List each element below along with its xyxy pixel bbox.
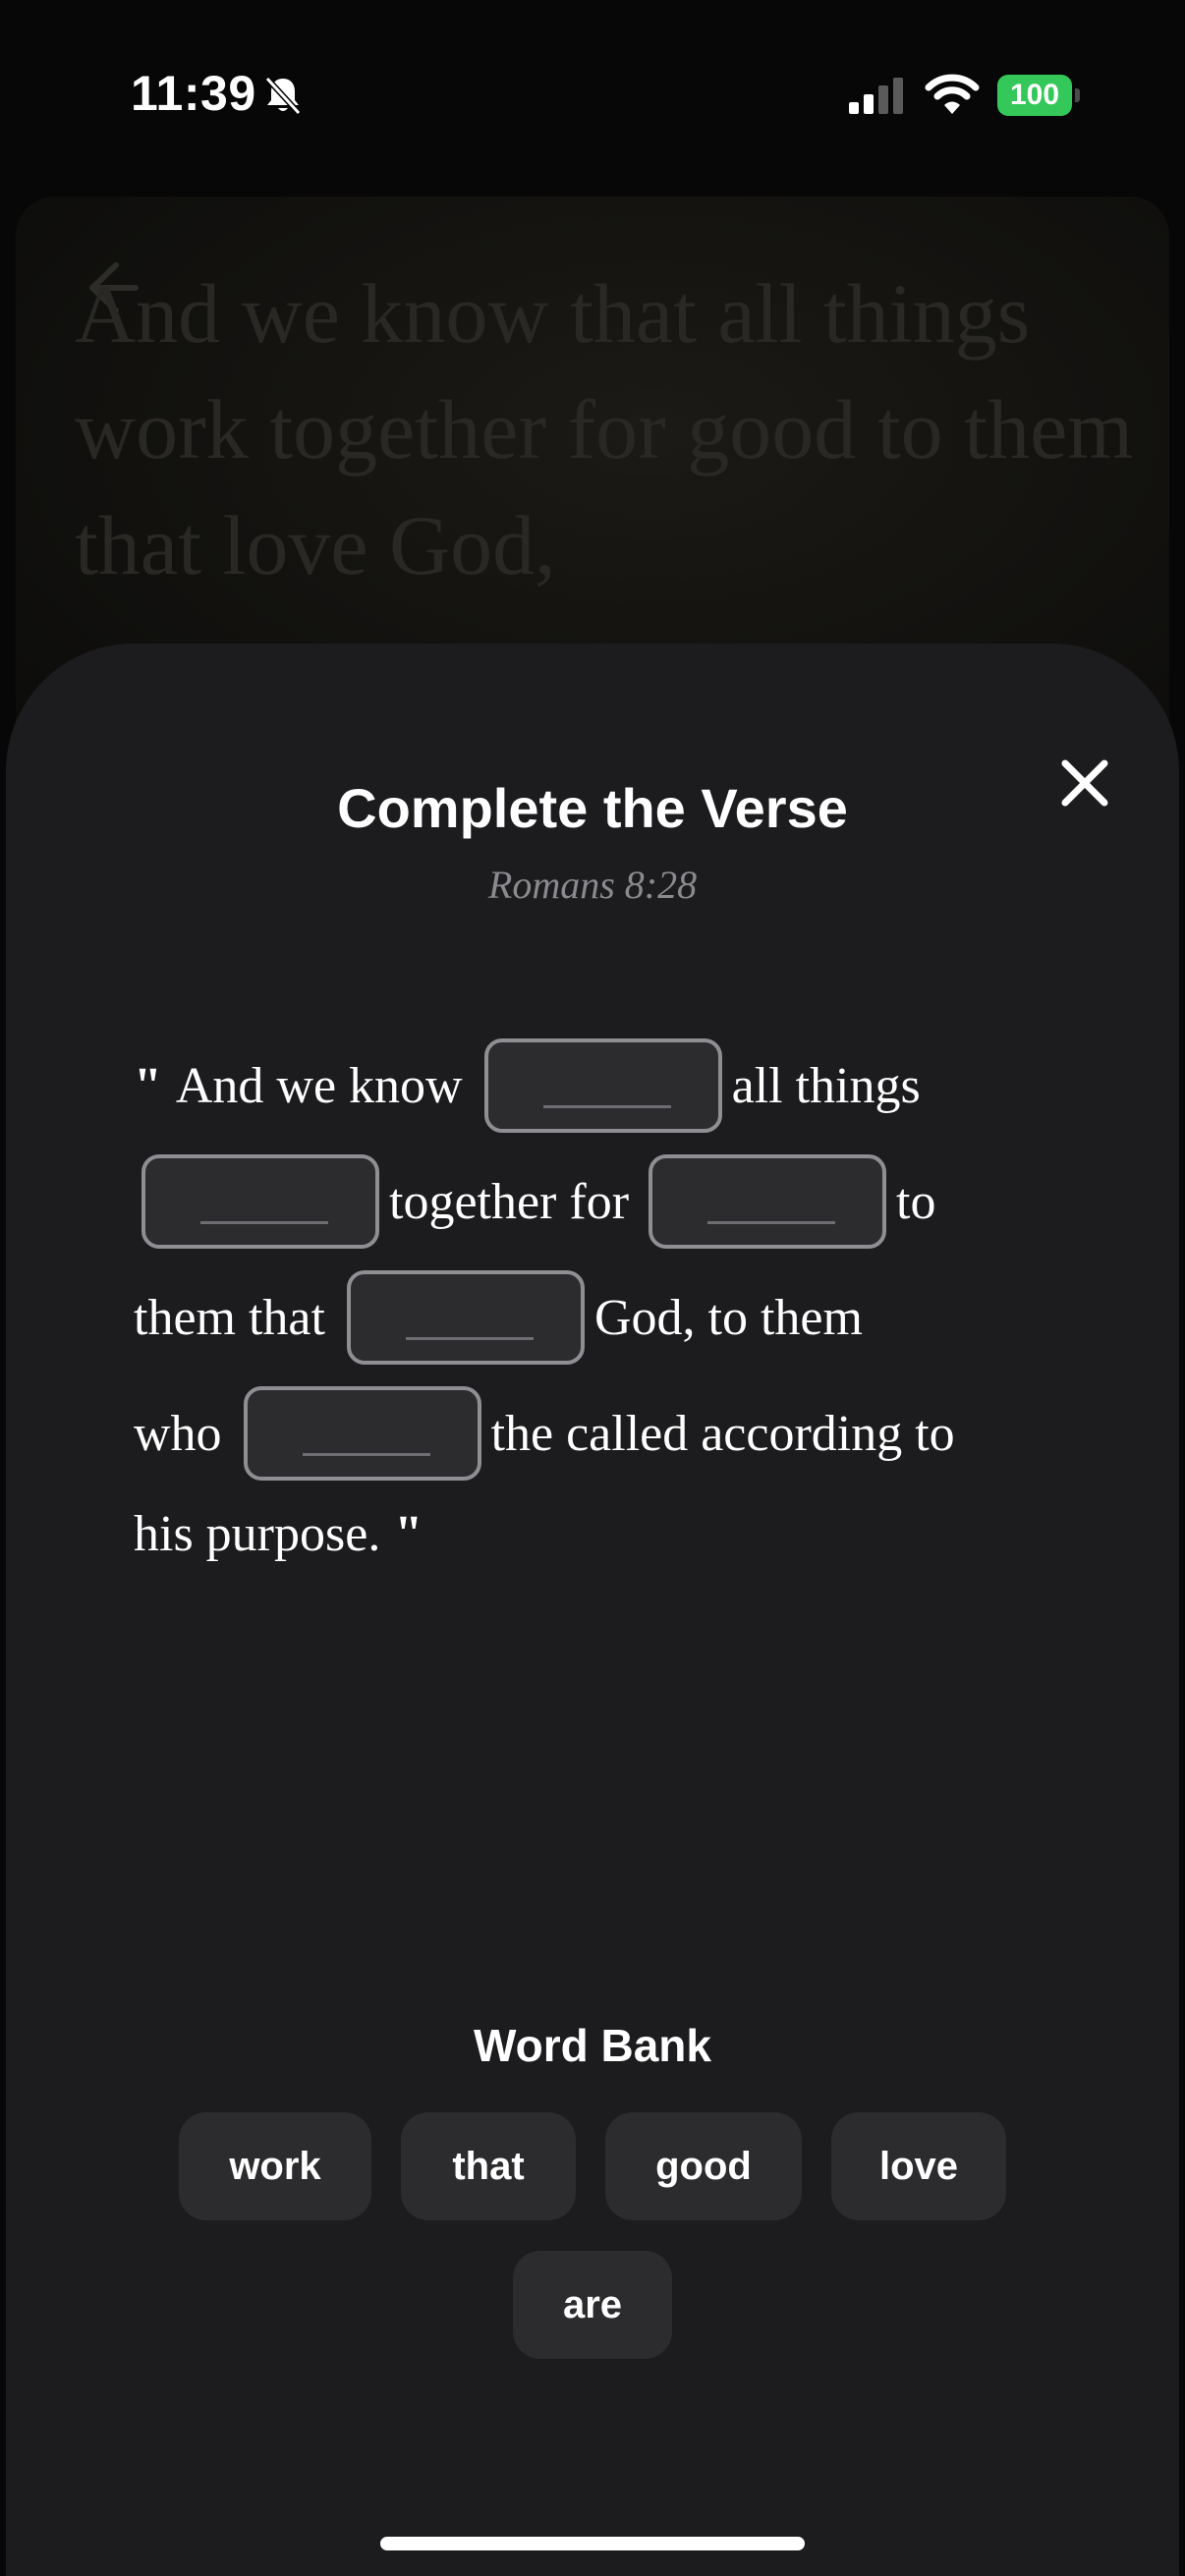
- verse-line-1: " And we know all things: [134, 1036, 921, 1135]
- wifi-icon: [925, 74, 980, 114]
- blank-slot-1[interactable]: [483, 1038, 722, 1133]
- word-chip-are[interactable]: are: [513, 2251, 672, 2359]
- blank-slot-2[interactable]: [141, 1154, 379, 1249]
- sheet-title: Complete the Verse: [337, 777, 848, 839]
- battery-level: 100: [997, 75, 1072, 116]
- word-chip-work[interactable]: work: [179, 2112, 371, 2220]
- word-chip-that[interactable]: that: [401, 2112, 576, 2220]
- battery-cap: [1075, 88, 1080, 102]
- blank-placeholder-line: [302, 1453, 430, 1456]
- verse-reference: Romans 8:28: [487, 863, 698, 907]
- word-chip-good[interactable]: good: [605, 2112, 802, 2220]
- verse-line-4: who the called according to: [134, 1384, 955, 1483]
- blank-placeholder-line: [707, 1221, 836, 1224]
- cellular-signal-icon: [849, 78, 903, 114]
- verse-segment: his purpose.: [134, 1505, 381, 1562]
- blank-placeholder-line: [200, 1221, 328, 1224]
- verse-line-2: together for to: [141, 1152, 935, 1251]
- close-quote: ": [394, 1505, 423, 1562]
- verse-segment: to: [896, 1173, 936, 1230]
- word-chip-love[interactable]: love: [831, 2112, 1006, 2220]
- blank-slot-4[interactable]: [346, 1270, 585, 1365]
- background-verse-text: And we know that all things work togethe…: [75, 266, 1134, 592]
- battery-indicator: 100: [997, 75, 1080, 116]
- verse-segment: who: [134, 1405, 222, 1462]
- blank-placeholder-line: [405, 1337, 534, 1340]
- verse-segment: the called according to: [490, 1405, 955, 1462]
- verse-segment: all things: [731, 1057, 921, 1114]
- home-indicator[interactable]: [380, 2537, 805, 2550]
- verse-segment: And we know: [175, 1057, 463, 1114]
- word-bank-title: Word Bank: [474, 2020, 711, 2071]
- status-time: 11:39: [131, 66, 256, 121]
- status-bar: 11:39 100: [0, 0, 1185, 196]
- verse-segment: God, to them: [593, 1289, 863, 1346]
- blank-slot-5[interactable]: [243, 1386, 481, 1481]
- verse-line-3: them that God, to them: [134, 1268, 863, 1367]
- blank-slot-3[interactable]: [649, 1154, 887, 1249]
- blank-placeholder-line: [542, 1105, 671, 1108]
- open-quote: ": [134, 1057, 162, 1114]
- complete-verse-sheet: Complete the Verse Romans 8:28 " And we …: [6, 644, 1179, 2576]
- verse-segment: them that: [134, 1289, 325, 1346]
- silent-bell-icon: [264, 76, 302, 116]
- verse-line-5: his purpose. ": [134, 1484, 436, 1583]
- verse-segment: together for: [389, 1173, 630, 1230]
